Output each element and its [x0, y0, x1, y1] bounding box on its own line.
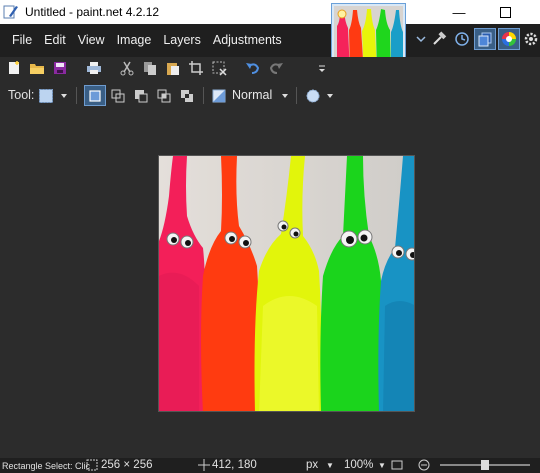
- zoom-out-icon[interactable]: [418, 459, 430, 473]
- status-hint: Rectangle Select: Clic: [2, 461, 91, 471]
- menu-view[interactable]: View: [72, 24, 111, 57]
- layers-panel-icon[interactable]: [474, 28, 496, 50]
- selection-mode-intersect-icon[interactable]: [153, 85, 175, 106]
- selection-quality-dropdown-caret[interactable]: [327, 94, 333, 98]
- tool-dropdown-caret[interactable]: [61, 94, 67, 98]
- cut-scissors-icon[interactable]: [117, 58, 137, 78]
- maximize-button[interactable]: [482, 0, 528, 24]
- menu-file[interactable]: File: [0, 24, 38, 57]
- selection-size: 256 × 256: [101, 459, 153, 471]
- menu-edit[interactable]: Edit: [38, 24, 72, 57]
- paintnet-app-icon: [3, 4, 19, 20]
- blend-mode-select[interactable]: Normal: [232, 88, 272, 102]
- main-toolbar: [0, 57, 540, 79]
- blend-mode-dropdown-caret[interactable]: [282, 94, 288, 98]
- selection-size-icon: [86, 459, 98, 473]
- new-image-icon[interactable]: [4, 58, 24, 78]
- history-clock-icon[interactable]: [451, 28, 473, 50]
- save-disk-icon[interactable]: [50, 58, 70, 78]
- crop-to-selection-icon[interactable]: [186, 58, 206, 78]
- toolbar-overflow-icon[interactable]: [312, 58, 332, 78]
- separator: [203, 87, 204, 104]
- colors-wheel-icon[interactable]: [498, 28, 520, 50]
- rectangle-select-tool-icon[interactable]: [35, 85, 57, 106]
- units-select[interactable]: px: [306, 459, 318, 471]
- minimize-button[interactable]: —: [436, 0, 482, 24]
- selection-mode-exclude-icon[interactable]: [130, 85, 152, 106]
- window-title: Untitled - paint.net 4.2.12: [25, 5, 160, 19]
- title-bar: Untitled - paint.net 4.2.12 —: [0, 0, 540, 24]
- open-folder-icon[interactable]: [27, 58, 47, 78]
- separator: [76, 87, 77, 104]
- tool-label: Tool:: [8, 88, 35, 102]
- selection-mode-union-icon[interactable]: [107, 85, 129, 106]
- cursor-position: 412, 180: [212, 459, 257, 471]
- zoom-to-window-icon[interactable]: [391, 459, 403, 473]
- undo-icon[interactable]: [243, 58, 263, 78]
- zoom-value[interactable]: 100%: [344, 459, 373, 471]
- menu-layers[interactable]: Layers: [157, 24, 207, 57]
- print-icon[interactable]: [84, 58, 104, 78]
- tool-options-bar: Tool: Normal: [0, 83, 540, 108]
- image-canvas[interactable]: [158, 155, 415, 412]
- paste-icon[interactable]: [163, 58, 183, 78]
- selection-quality-icon[interactable]: [302, 85, 324, 106]
- zoom-slider-thumb[interactable]: [481, 460, 489, 470]
- separator: [296, 87, 297, 104]
- menu-adjustments[interactable]: Adjustments: [207, 24, 288, 57]
- blend-mode-icon[interactable]: [208, 85, 230, 106]
- copy-icon[interactable]: [140, 58, 160, 78]
- selection-mode-replace-icon[interactable]: [84, 85, 106, 106]
- menu-image[interactable]: Image: [111, 24, 158, 57]
- worm-toys-photo: [159, 156, 414, 411]
- cursor-position-icon: [198, 459, 210, 473]
- tools-hammer-icon[interactable]: [428, 28, 450, 50]
- redo-icon[interactable]: [266, 58, 286, 78]
- settings-gear-icon[interactable]: [522, 28, 540, 50]
- deselect-icon[interactable]: [209, 58, 229, 78]
- status-bar: Rectangle Select: Clic 256 × 256 412, 18…: [0, 458, 540, 473]
- zoom-dropdown-icon[interactable]: ▼: [378, 461, 386, 470]
- units-dropdown-icon[interactable]: ▼: [326, 461, 334, 470]
- selection-mode-xor-icon[interactable]: [176, 85, 198, 106]
